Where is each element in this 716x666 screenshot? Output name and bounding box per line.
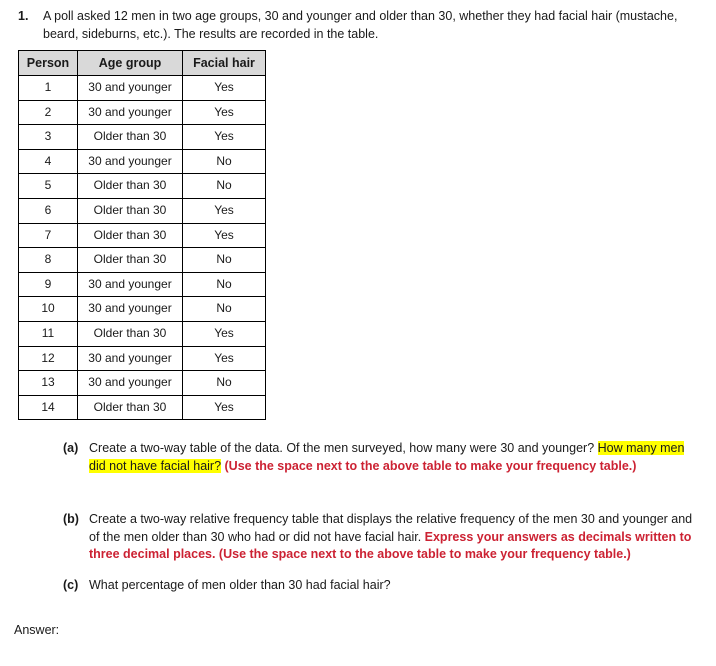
cell-facial-hair: No [182,296,266,322]
table-row: 5 Older than 30 No [18,173,266,199]
question-parts: (a) Create a two-way table of the data. … [63,440,703,594]
table-row: 2 30 and younger Yes [18,99,266,126]
cell-person: 7 [18,222,78,249]
part-a-body: Create a two-way table of the data. Of t… [89,440,695,475]
cell-age-group: 30 and younger [77,345,183,372]
table-header-row: Person Age group Facial hair [18,50,266,76]
answer-label: Answer: [14,623,60,637]
cell-person: 11 [18,320,78,347]
cell-facial-hair: Yes [182,394,266,421]
question-text: A poll asked 12 men in two age groups, 3… [43,9,678,41]
part-b: (b) Create a two-way relative frequency … [63,511,703,564]
part-c-body: What percentage of men older than 30 had… [89,577,391,592]
cell-age-group: Older than 30 [77,173,183,199]
cell-person: 1 [18,75,78,101]
cell-facial-hair: Yes [182,345,266,372]
question-number: 1. [18,9,29,23]
poll-results-table: Person Age group Facial hair 1 30 and you… [18,50,266,421]
cell-person: 13 [18,370,78,396]
cell-facial-hair: Yes [182,75,266,101]
cell-age-group: 30 and younger [77,370,183,396]
cell-facial-hair: Yes [182,99,266,126]
cell-age-group: Older than 30 [77,222,183,249]
part-a-red-instruction: (Use the space next to the above table t… [221,458,637,473]
column-header-facial-hair: Facial hair [182,50,266,76]
cell-age-group: 30 and younger [77,271,183,298]
table-row: 1 30 and younger Yes [18,75,266,101]
part-a: (a) Create a two-way table of the data. … [63,440,703,475]
part-c: (c) What percentage of men older than 30… [63,577,703,595]
cell-facial-hair: Yes [182,124,266,150]
cell-facial-hair: No [182,173,266,199]
cell-facial-hair: No [182,370,266,396]
cell-age-group: Older than 30 [77,320,183,347]
table-row: 6 Older than 30 Yes [18,197,266,224]
column-header-age-group: Age group [77,50,183,76]
part-a-plain-text: Create a two-way table of the data. Of t… [89,441,598,455]
part-b-body: Create a two-way relative frequency tabl… [89,511,695,564]
cell-facial-hair: Yes [182,222,266,249]
table-row: 7 Older than 30 Yes [18,222,266,249]
cell-age-group: 30 and younger [77,75,183,101]
cell-person: 14 [18,394,78,421]
part-c-label: (c) [63,577,79,592]
cell-facial-hair: No [182,148,266,175]
cell-person: 8 [18,247,78,273]
cell-age-group: Older than 30 [77,247,183,273]
cell-age-group: 30 and younger [77,99,183,126]
cell-person: 12 [18,345,78,372]
table-row: 8 Older than 30 No [18,247,266,273]
table-row: 9 30 and younger No [18,271,266,298]
cell-age-group: 30 and younger [77,148,183,175]
cell-age-group: 30 and younger [77,296,183,322]
table-row: 14 Older than 30 Yes [18,394,266,421]
table-row: 3 Older than 30 Yes [18,124,266,150]
cell-person: 9 [18,271,78,298]
cell-person: 10 [18,296,78,322]
table-row: 10 30 and younger No [18,296,266,322]
cell-person: 4 [18,148,78,175]
part-a-label: (a) [63,441,79,455]
cell-age-group: Older than 30 [77,124,183,150]
table-row: 4 30 and younger No [18,148,266,175]
cell-facial-hair: No [182,271,266,298]
table-row: 13 30 and younger No [18,370,266,396]
part-b-label: (b) [63,512,79,526]
cell-person: 5 [18,173,78,199]
cell-facial-hair: Yes [182,197,266,224]
cell-facial-hair: No [182,247,266,273]
table-row: 11 Older than 30 Yes [18,320,266,347]
cell-age-group: Older than 30 [77,394,183,421]
cell-person: 2 [18,99,78,126]
question-stem: 1. A poll asked 12 men in two age groups… [18,8,708,43]
cell-facial-hair: Yes [182,320,266,347]
column-header-person: Person [18,50,78,76]
table-row: 12 30 and younger Yes [18,345,266,372]
cell-person: 6 [18,197,78,224]
cell-person: 3 [18,124,78,150]
cell-age-group: Older than 30 [77,197,183,224]
